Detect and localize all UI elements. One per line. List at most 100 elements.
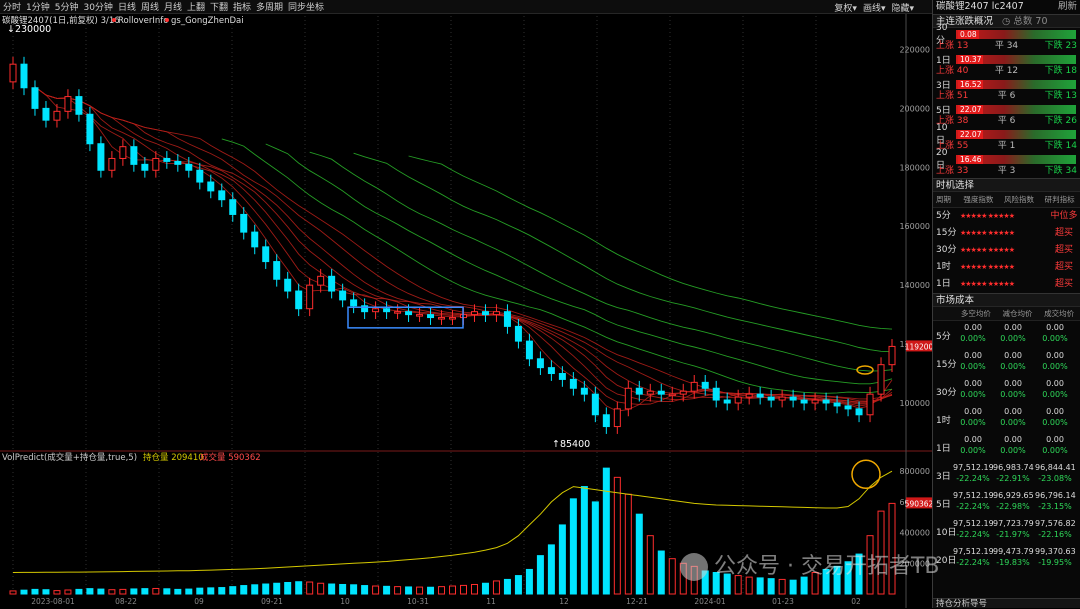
cost-pct: 0.00% [1042,334,1068,343]
period-5[interactable]: 周线 [141,0,159,13]
ma-ribbon-line [34,86,893,403]
timing-period: 15分 [936,228,957,238]
cost-header-cell: 成交均价 [1044,309,1075,318]
candle [668,393,676,397]
timing-signal: 超买 [1054,279,1073,289]
candle [449,317,457,320]
candle [42,107,50,121]
period-8[interactable]: 下翻 [210,0,228,13]
candle [64,96,72,112]
panel-header: 碳酸锂2407 lc2407 刷新 [933,0,1080,14]
volume-bar [273,582,281,595]
adv-dn: 下跌 34 [1044,166,1077,176]
cost-pct: 0.00% [1042,390,1068,399]
period-4[interactable]: 日线 [118,0,136,13]
toolbar-right-2[interactable]: 隐藏▾ [891,1,914,14]
candle [284,278,292,292]
vol-y-tick-label: 800000 [899,467,930,476]
adv-up: 上涨 40 [936,66,969,76]
adv-up: 上涨 33 [936,166,969,176]
cost-value: 0.00 [964,407,982,416]
candle [558,373,566,380]
adv-bar-row: 5日 22.07 [933,103,1080,116]
volume-bar [481,582,489,595]
y-tick-label: 160000 [899,222,930,231]
candle [613,408,621,428]
volume-bar [877,510,885,595]
volume-bar [844,561,852,595]
cost-period: 1时 [936,416,951,426]
cost-row: 1日 0.00 0.00% 0.00 0.00% 0.00 0.00% [933,433,1080,461]
period-6[interactable]: 月线 [164,0,182,13]
candle [240,213,248,233]
legend-dot [112,18,116,22]
sub-legend-name: VolPredict(成交量+持仓量,true,5) [2,452,137,463]
adv-fl: 平 1 [997,141,1016,151]
date-label: 12 [559,597,569,606]
volume-bar [646,535,654,595]
cost-pct: -23.08% [1038,474,1072,483]
period-10[interactable]: 多周期 [256,0,283,13]
ma-ribbon-line [34,86,893,412]
volume-bar [778,578,786,595]
volume-bar [470,583,478,595]
volume-bar [657,550,665,595]
y-tick-label: 180000 [899,163,930,172]
kline-svg[interactable]: 1000001200001400001600001800002000002200… [0,14,932,608]
cost-pct: -19.83% [996,558,1030,567]
open-interest-line [12,470,893,573]
volume-bar [745,576,753,595]
period-0[interactable]: 分时 [3,0,21,13]
timing-period: 5分 [936,211,951,221]
date-label: 09 [194,597,204,606]
period-7[interactable]: 上翻 [187,0,205,13]
kline-chart[interactable]: 1000001200001400001600001800002000002200… [0,14,932,608]
candle [86,113,94,145]
volume-bar [240,585,248,595]
date-label: 10 [340,597,350,606]
volume-bar [734,575,742,595]
volume-bar [262,583,270,595]
candle [800,399,808,404]
main-legend-symbol: 碳酸锂2407(1日,前复权) 3/16 [2,15,120,26]
date-label: 2024-01 [694,597,726,606]
toolbar-right-1[interactable]: 画线▾ [863,1,886,14]
period-11[interactable]: 同步坐标 [288,0,324,13]
volume-bar [416,586,424,595]
adv-bar-value: 16.52 [958,79,984,89]
candle [734,396,742,404]
cost-value: 0.00 [1004,435,1022,444]
candle [646,390,654,395]
candle [888,345,896,366]
cost-value: 0.00 [1046,351,1064,360]
candle [767,396,775,401]
volume-bar [372,585,380,595]
cost-value: 97,723.79 [993,519,1034,528]
adv-bar: 16.46 [956,154,1076,164]
candle [339,290,347,301]
period-9[interactable]: 指标 [233,0,251,13]
volume-bar [438,586,446,595]
candle [547,367,555,375]
panel-footer[interactable]: 持仓分析导号 [933,598,1080,609]
candle [130,146,138,165]
star-rating: ★★★★★ ★★★★★ [960,280,1015,288]
toolbar-right-0[interactable]: 复权▾ [834,1,857,14]
cost-pct: 0.00% [1000,390,1026,399]
period-3[interactable]: 30分钟 [83,0,112,13]
cost-period: 1日 [936,444,951,454]
refresh-button[interactable]: 刷新 [1058,0,1080,14]
volume-bar [723,573,731,595]
ma-ribbon-line [309,151,893,372]
volume-bar [361,585,369,595]
timing-period: 1时 [936,262,951,272]
cost-header-cell: 多空均价 [960,309,991,318]
cost-value: 96,983.74 [993,463,1034,472]
main-legend-gs: gs_GongZhenDai [171,16,244,26]
timing-header-cell: 研判指标 [1044,195,1075,204]
period-1[interactable]: 1分钟 [26,0,50,13]
adv-fl: 平 6 [997,91,1016,101]
cost-list: 5分 0.00 0.00% 0.00 0.00% 0.00 0.00% 15分 0.00 0.00… [933,321,1080,573]
period-2[interactable]: 5分钟 [55,0,79,13]
candle [207,181,215,192]
